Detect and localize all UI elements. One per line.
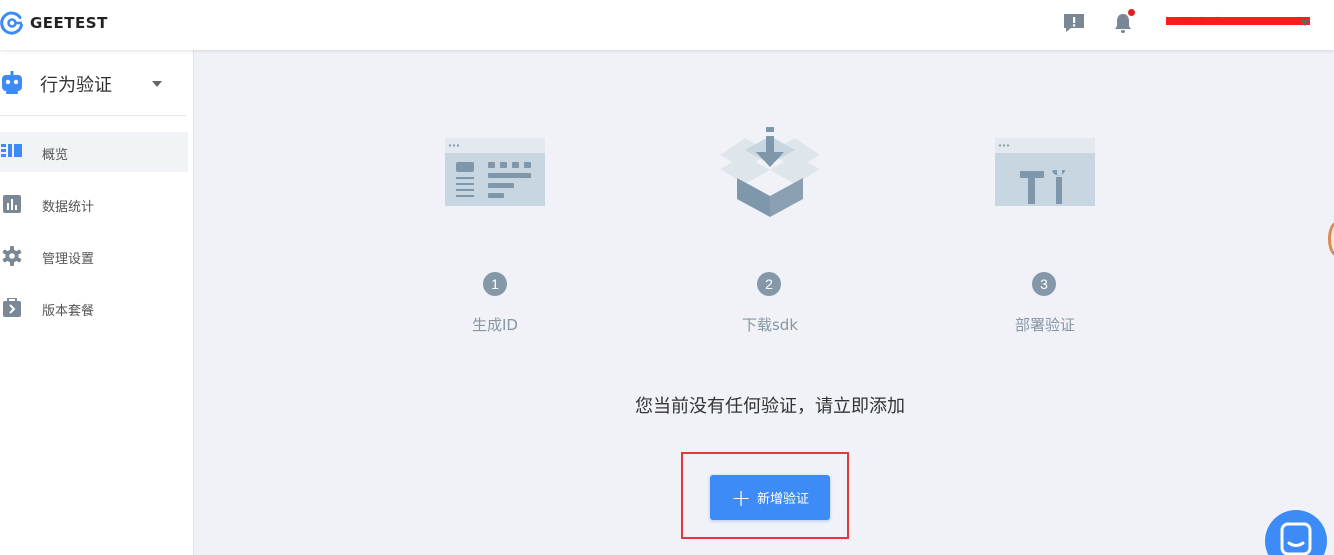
- chat-icon: [1280, 522, 1312, 555]
- step-label-download-sdk: 下载sdk: [741, 316, 799, 334]
- empty-state-message: 您当前没有任何验证，请立即添加: [635, 396, 905, 417]
- sidebar-item-settings[interactable]: 管理设置: [0, 236, 188, 276]
- package-icon: [3, 298, 21, 317]
- step-label-generate-id: 生成ID: [472, 316, 518, 334]
- step-label-deploy: 部署验证: [1014, 316, 1075, 334]
- logo-text: GEETEST: [30, 14, 108, 32]
- sidebar-item-overview[interactable]: 概览: [0, 132, 188, 172]
- generate-id-illustration: [445, 138, 545, 206]
- step-number-1: 1: [483, 272, 507, 296]
- step-number-3: 3: [1032, 272, 1056, 296]
- top-header: GEETEST redacted user: [0, 0, 1334, 50]
- sidebar-item-label: 管理设置: [42, 252, 95, 267]
- step-number-2: 2: [757, 272, 781, 296]
- plus-icon: +: [730, 483, 752, 512]
- add-verification-button[interactable]: + 新增验证: [710, 475, 830, 520]
- chat-support-button[interactable]: [1265, 510, 1327, 555]
- geetest-logo-icon: [0, 11, 23, 35]
- chevron-down-icon: [152, 81, 162, 87]
- product-selector[interactable]: 行为验证: [0, 50, 186, 116]
- sidebar: 行为验证 概览 数据统计 管理设置 版本套餐: [0, 50, 194, 555]
- sidebar-item-label: 版本套餐: [42, 304, 95, 319]
- robot-icon: [2, 71, 22, 94]
- user-menu[interactable]: redacted user: [1166, 14, 1310, 30]
- sidebar-item-label: 概览: [42, 148, 69, 163]
- feedback-icon[interactable]: [1063, 12, 1085, 34]
- product-name: 行为验证: [40, 75, 112, 96]
- sidebar-item-label: 数据统计: [42, 200, 95, 215]
- overview-icon: [1, 144, 22, 157]
- redaction-bar: [1166, 17, 1310, 25]
- download-sdk-illustration: [720, 127, 820, 217]
- geetest-logo[interactable]: GEETEST: [0, 11, 108, 35]
- sidebar-item-package[interactable]: 版本套餐: [0, 288, 188, 328]
- deploy-illustration: [995, 138, 1095, 206]
- stats-icon: [3, 195, 21, 213]
- notification-dot: [1128, 9, 1135, 16]
- sidebar-item-stats[interactable]: 数据统计: [0, 184, 188, 224]
- add-button-label: 新增验证: [757, 492, 810, 507]
- gear-icon: [2, 246, 22, 266]
- floating-widget-edge[interactable]: [1328, 222, 1334, 256]
- user-dropdown-caret-icon[interactable]: [1300, 20, 1310, 26]
